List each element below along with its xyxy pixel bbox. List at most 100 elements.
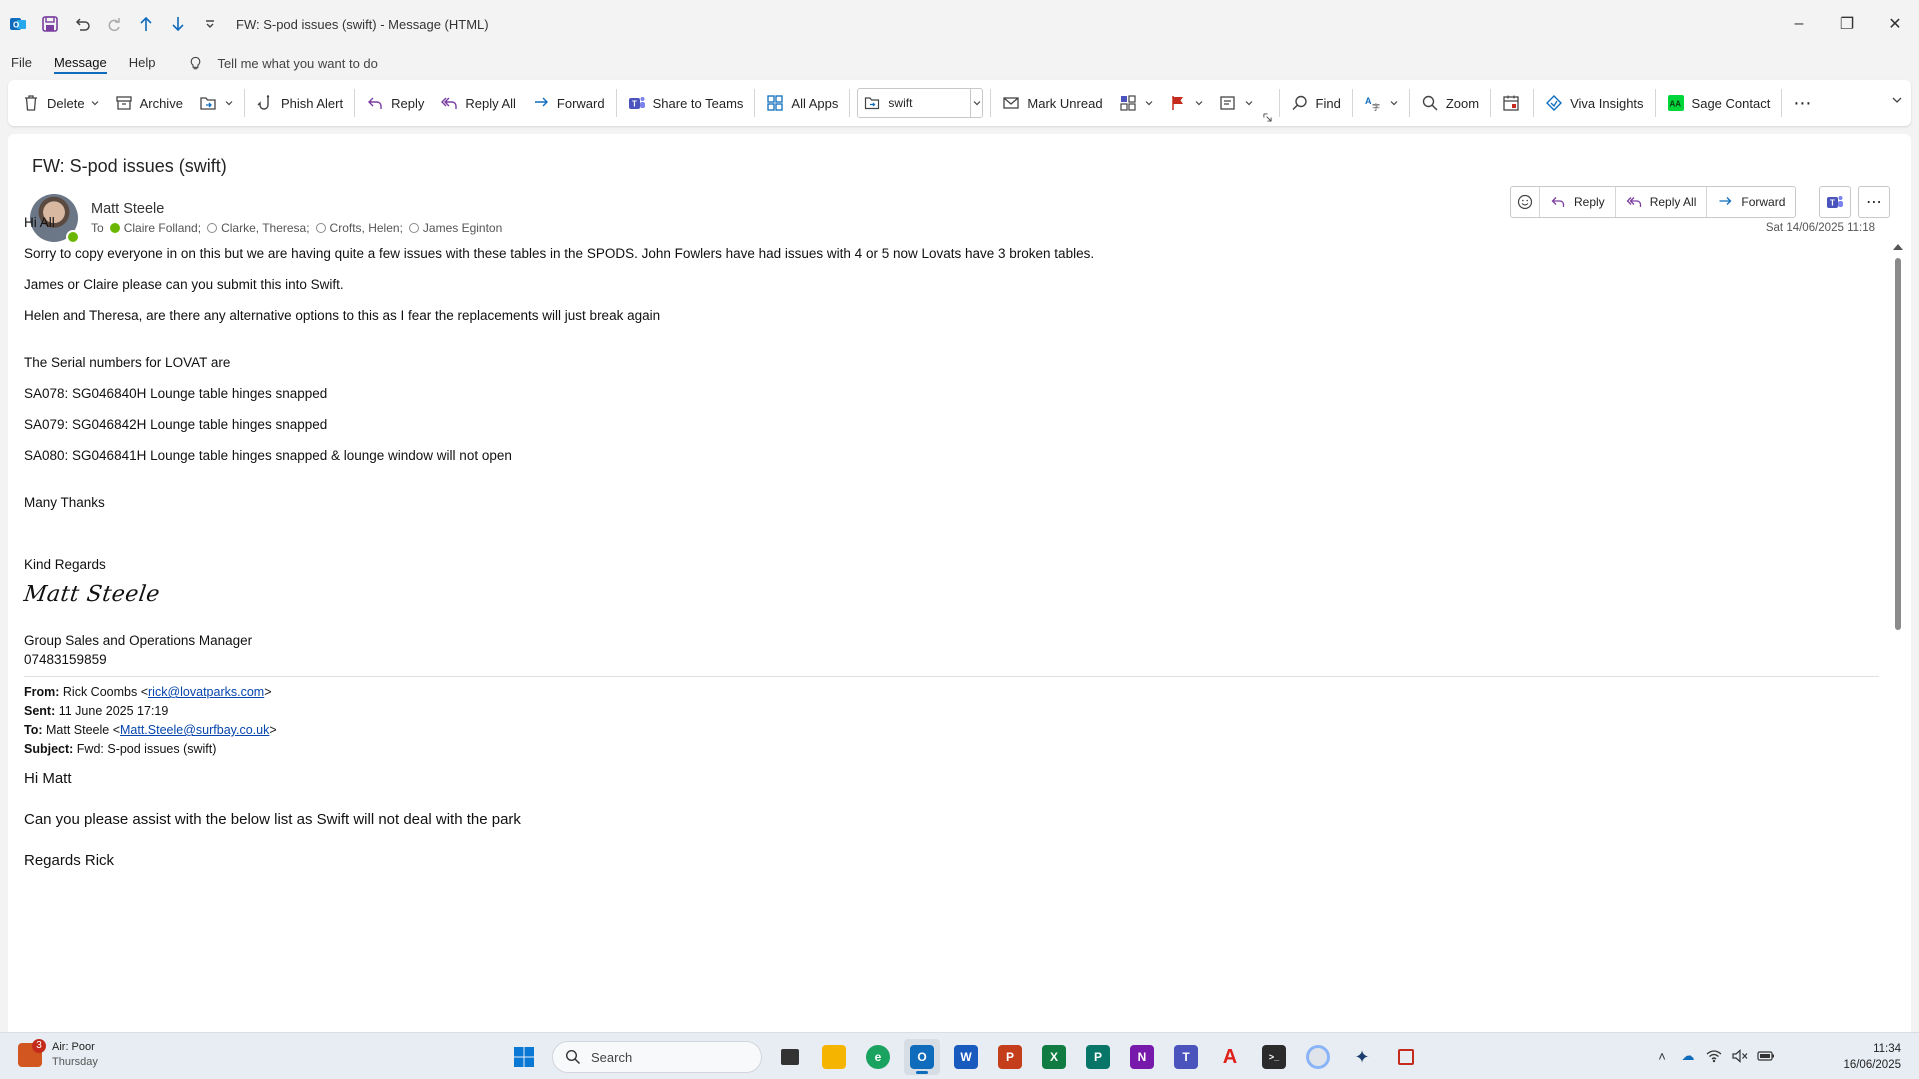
battery-glyph <box>1757 1051 1774 1061</box>
acrobat-app[interactable]: A <box>1212 1039 1248 1075</box>
powerpoint-app[interactable]: P <box>992 1039 1028 1075</box>
ribbon-separator <box>1654 89 1656 117</box>
snipping-tool-app[interactable] <box>1388 1039 1424 1075</box>
restore-button[interactable]: ❐ <box>1823 0 1871 48</box>
tab-message[interactable]: Message <box>43 48 118 78</box>
scroll-thumb[interactable] <box>1895 258 1901 630</box>
sage-contact-button[interactable]: AA Sage Contact <box>1659 86 1779 120</box>
forwarded-sent: Sent: 11 June 2025 17:19 <box>24 704 168 718</box>
find-button[interactable]: Find <box>1283 86 1349 120</box>
quick-steps-dropdown[interactable] <box>970 89 982 117</box>
customize-toolbar-icon[interactable] <box>196 10 224 38</box>
policy-button[interactable] <box>1211 86 1261 120</box>
excel-app[interactable]: X <box>1036 1039 1072 1075</box>
share-to-teams-button[interactable]: T Share to Teams <box>620 86 752 120</box>
taskbar-search[interactable]: Search <box>552 1041 762 1073</box>
reply-all-button[interactable]: Reply All <box>432 86 524 120</box>
show-hidden-icons-chevron-icon[interactable]: ˄ <box>1649 1043 1675 1069</box>
chevron-down-icon <box>1195 101 1202 106</box>
scroll-up-arrow-icon[interactable] <box>1893 244 1903 250</box>
save-icon[interactable] <box>36 10 64 38</box>
windows-logo-icon <box>514 1047 534 1067</box>
onenote-app[interactable]: N <box>1124 1039 1160 1075</box>
chevron-down-icon <box>225 101 233 106</box>
schedule-meeting-button[interactable] <box>1494 86 1530 120</box>
chevron-down-icon <box>1245 101 1252 106</box>
ribbon-separator <box>1533 89 1535 117</box>
more-commands-button[interactable]: ⋯ <box>1785 86 1820 120</box>
ribbon-separator <box>354 89 356 117</box>
clock-date: 16/06/2025 <box>1843 1059 1901 1071</box>
forwarded-subject: Subject: Fwd: S-pod issues (swift) <box>24 742 216 756</box>
phish-alert-button[interactable]: Phish Alert <box>248 86 351 120</box>
to-email-link[interactable]: Matt.Steele@surfbay.co.uk <box>120 723 269 737</box>
search-icon <box>565 1049 581 1065</box>
pinned-app[interactable]: ✦ <box>1344 1039 1380 1075</box>
delete-button[interactable]: Delete <box>14 86 107 120</box>
forwarded-paragraph: Can you please assist with the below lis… <box>24 811 521 828</box>
from-label: From: <box>24 685 60 699</box>
from-email-link[interactable]: rick@lovatparks.com <box>148 685 264 699</box>
previous-item-icon[interactable] <box>132 10 160 38</box>
word-app[interactable]: W <box>948 1039 984 1075</box>
system-clock[interactable]: 11:34 16/06/2025 <box>1843 1041 1901 1073</box>
svg-text:A: A <box>1365 96 1372 106</box>
outlook-app[interactable]: O <box>904 1039 940 1075</box>
forward-label: Forward <box>1741 195 1786 209</box>
reply-all-label: Reply All <box>465 95 516 111</box>
body-thanks: Many Thanks <box>24 495 105 510</box>
ribbon-separator <box>615 89 617 117</box>
publisher-app[interactable]: P <box>1080 1039 1116 1075</box>
tab-help[interactable]: Help <box>118 48 167 78</box>
serial-line: SA078: SG046840H Lounge table hinges sna… <box>24 386 328 401</box>
edge-app[interactable]: e <box>860 1039 896 1075</box>
translate-button[interactable]: A字 <box>1356 86 1406 120</box>
tags-dialog-launcher[interactable] <box>1261 108 1276 126</box>
subject-value: Fwd: S-pod issues (swift) <box>76 742 217 756</box>
reply-button[interactable]: Reply <box>358 86 432 120</box>
forward-button[interactable]: Forward <box>524 86 613 120</box>
clock-time: 11:34 <box>1873 1043 1901 1055</box>
tell-me-search[interactable]: Tell me what you want to do <box>188 56 378 71</box>
follow-up-button[interactable] <box>1161 86 1211 120</box>
start-button[interactable] <box>506 1039 542 1075</box>
move-button[interactable] <box>191 86 241 120</box>
zoom-button[interactable]: Zoom <box>1413 86 1487 120</box>
weather-widget[interactable]: 3 Air: Poor Thursday <box>18 1039 98 1070</box>
chrome-app[interactable] <box>1300 1039 1336 1075</box>
quick-step-item[interactable]: swift <box>858 95 970 111</box>
volume-muted-icon[interactable] <box>1727 1043 1753 1069</box>
teams-app[interactable]: T <box>1168 1039 1204 1075</box>
trash-icon <box>25 95 37 111</box>
quick-steps-gallery[interactable]: swift <box>857 88 984 118</box>
file-explorer-app[interactable] <box>816 1039 852 1075</box>
folder-icon <box>822 1045 846 1069</box>
mark-unread-button[interactable]: Mark Unread <box>994 86 1110 120</box>
categorize-button[interactable] <box>1111 86 1161 120</box>
ribbon-separator <box>243 89 245 117</box>
terminal-app[interactable]: >_ <box>1256 1039 1292 1075</box>
wifi-glyph <box>1706 1050 1722 1063</box>
system-tray: ˄ ☁ <box>1649 1043 1779 1069</box>
battery-icon[interactable] <box>1753 1043 1779 1069</box>
teams-icon: T <box>1174 1045 1198 1069</box>
viva-insights-button[interactable]: Viva Insights <box>1537 86 1651 120</box>
wifi-icon[interactable] <box>1701 1043 1727 1069</box>
task-view-button[interactable] <box>772 1039 808 1075</box>
ribbon-display-options-button[interactable] <box>1891 94 1903 109</box>
close-button[interactable]: ✕ <box>1871 0 1919 48</box>
sage-contact-label: Sage Contact <box>1691 95 1771 111</box>
archive-button[interactable]: Archive <box>107 86 191 120</box>
lightbulb-icon <box>191 56 201 69</box>
speaker-glyph <box>1732 1049 1748 1063</box>
onedrive-icon[interactable]: ☁ <box>1675 1043 1701 1069</box>
undo-icon[interactable] <box>68 10 96 38</box>
vertical-scrollbar[interactable] <box>1892 244 1904 1038</box>
next-item-icon[interactable] <box>164 10 192 38</box>
all-apps-button[interactable]: All Apps <box>758 86 846 120</box>
redo-icon[interactable] <box>100 10 128 38</box>
reply-all-icon <box>441 97 458 109</box>
viva-insights-icon <box>1546 95 1563 111</box>
minimize-button[interactable]: – <box>1775 0 1823 48</box>
tab-file[interactable]: File <box>0 48 43 78</box>
